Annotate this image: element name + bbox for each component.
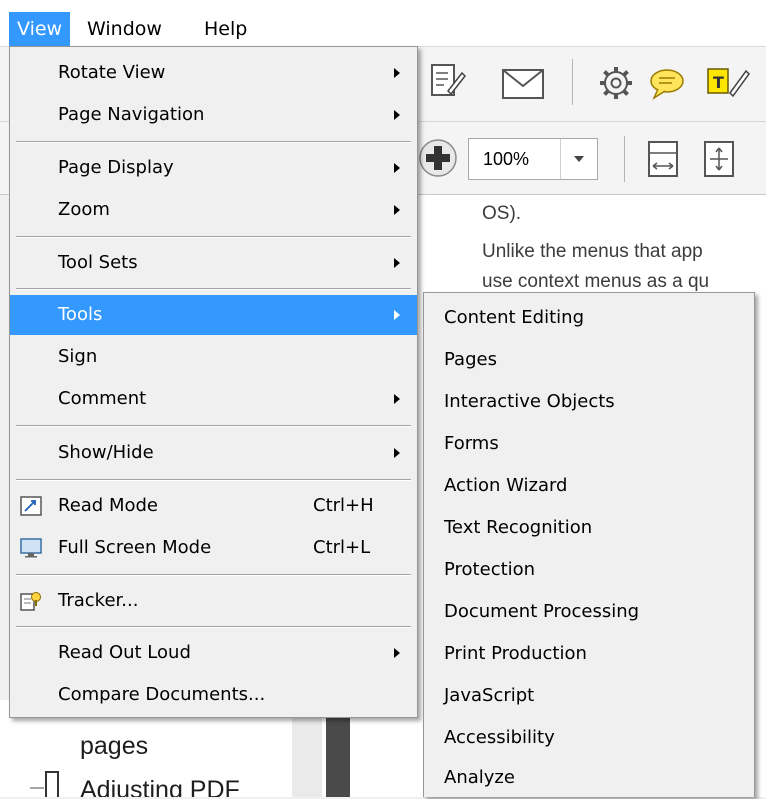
menu-item-label: Document Processing — [444, 601, 640, 622]
menu-item-label: Compare Documents... — [58, 684, 266, 705]
submenu-item-javascript[interactable]: JavaScript — [424, 675, 754, 717]
menu-item-zoom[interactable]: Zoom — [10, 190, 417, 230]
menu-item-label: Tool Sets — [58, 252, 138, 273]
highlight-text-icon[interactable]: T — [704, 61, 750, 103]
full-screen-icon — [20, 538, 42, 558]
menu-item-tools[interactable]: Tools — [10, 295, 417, 335]
menu-item-label: Protection — [444, 559, 536, 580]
menu-bar: View Window Help — [0, 0, 766, 47]
menu-item-sign[interactable]: Sign — [10, 337, 417, 377]
toolbar-separator — [572, 59, 573, 105]
submenu-item-action-wizard[interactable]: Action Wizard — [424, 465, 754, 507]
menu-item-page-display[interactable]: Page Display — [10, 148, 417, 188]
menu-item-label: Accessibility — [444, 727, 555, 748]
submenu-item-pages[interactable]: Pages — [424, 339, 754, 381]
menu-item-label: Sign — [58, 346, 98, 367]
zoom-select[interactable]: 100% — [468, 138, 598, 180]
submenu-item-text-recognition[interactable]: Text Recognition — [424, 507, 754, 549]
tools-submenu: Content Editing Pages Interactive Object… — [423, 292, 755, 797]
menubar-view[interactable]: View — [9, 12, 71, 46]
edit-document-icon[interactable] — [426, 61, 466, 103]
menu-separator — [16, 141, 411, 143]
menu-separator — [16, 425, 411, 427]
bookmark-icon — [30, 771, 59, 797]
menu-item-read-out-loud[interactable]: Read Out Loud — [10, 633, 417, 673]
document-text-line: OS). — [482, 203, 522, 224]
submenu-item-analyze[interactable]: Analyze — [424, 757, 754, 799]
menu-item-label: Pages — [444, 349, 497, 370]
submenu-item-content-editing[interactable]: Content Editing — [424, 297, 754, 339]
menu-item-label: Read Mode — [58, 495, 158, 516]
submenu-item-protection[interactable]: Protection — [424, 549, 754, 591]
submenu-arrow-icon — [394, 68, 400, 78]
submenu-arrow-icon — [394, 394, 400, 404]
submenu-arrow-icon — [394, 258, 400, 268]
menu-item-label: Text Recognition — [444, 517, 593, 538]
menu-item-label: Show/Hide — [58, 442, 154, 463]
menu-item-comment[interactable]: Comment — [10, 379, 417, 419]
submenu-arrow-icon — [394, 205, 400, 215]
svg-text:T: T — [713, 73, 724, 92]
menubar-window[interactable]: Window — [79, 12, 170, 46]
menu-item-label: Full Screen Mode — [58, 537, 212, 558]
zoom-in-icon[interactable] — [418, 138, 460, 180]
submenu-item-print-production[interactable]: Print Production — [424, 633, 754, 675]
menu-item-label: Tools — [58, 304, 103, 325]
comment-icon[interactable] — [648, 67, 686, 101]
fit-page-icon[interactable] — [702, 139, 736, 179]
menu-item-tracker[interactable]: Tracker... — [10, 581, 417, 621]
submenu-arrow-icon — [394, 163, 400, 173]
submenu-item-document-processing[interactable]: Document Processing — [424, 591, 754, 633]
menu-item-rotate-view[interactable]: Rotate View — [10, 53, 417, 93]
submenu-arrow-icon — [394, 110, 400, 120]
menu-item-label: Tracker... — [58, 590, 139, 611]
menu-separator — [16, 288, 411, 290]
tracker-icon — [20, 592, 41, 611]
zoom-value: 100% — [483, 149, 530, 169]
menubar-help[interactable]: Help — [196, 12, 255, 46]
menu-item-label: Print Production — [444, 643, 587, 664]
menu-item-full-screen-mode[interactable]: Full Screen Mode Ctrl+L — [10, 528, 417, 568]
menu-separator — [16, 626, 411, 628]
menu-item-compare-documents[interactable]: Compare Documents... — [10, 675, 417, 715]
submenu-arrow-icon — [394, 310, 400, 320]
menu-item-label: Content Editing — [444, 307, 585, 328]
bookmark-item[interactable]: Adjusting PDF — [80, 776, 240, 797]
menu-item-read-mode[interactable]: Read Mode Ctrl+H — [10, 486, 417, 526]
email-icon[interactable] — [500, 67, 546, 101]
gear-icon[interactable] — [598, 65, 634, 101]
zoom-dropdown-icon[interactable] — [560, 139, 597, 179]
document-text-line: use context menus as a qu — [482, 271, 710, 292]
document-text-line: Unlike the menus that app — [482, 241, 703, 262]
view-menu: Rotate View Page Navigation Page Display… — [9, 46, 418, 718]
read-mode-icon — [20, 496, 42, 516]
submenu-arrow-icon — [394, 648, 400, 658]
toolbar-separator — [624, 136, 625, 182]
menu-item-shortcut: Ctrl+L — [313, 537, 371, 558]
menu-item-label: Read Out Loud — [58, 642, 191, 663]
menu-separator — [16, 574, 411, 576]
menu-item-label: Zoom — [58, 199, 110, 220]
menu-item-label: Rotate View — [58, 62, 166, 83]
submenu-item-interactive-objects[interactable]: Interactive Objects — [424, 381, 754, 423]
menu-separator — [16, 479, 411, 481]
menu-item-page-navigation[interactable]: Page Navigation — [10, 95, 417, 135]
fit-width-icon[interactable] — [646, 139, 680, 179]
submenu-arrow-icon — [394, 448, 400, 458]
menu-item-tool-sets[interactable]: Tool Sets — [10, 243, 417, 283]
menu-separator — [16, 236, 411, 238]
submenu-item-accessibility[interactable]: Accessibility — [424, 717, 754, 759]
bookmark-item[interactable]: pages — [80, 732, 148, 761]
menu-item-label: Forms — [444, 433, 499, 454]
menu-item-label: Analyze — [444, 767, 515, 788]
menu-item-label: Page Display — [58, 157, 174, 178]
submenu-item-forms[interactable]: Forms — [424, 423, 754, 465]
menu-item-label: Page Navigation — [58, 104, 205, 125]
menu-item-label: JavaScript — [444, 685, 535, 706]
menu-item-shortcut: Ctrl+H — [313, 495, 374, 516]
menu-item-label: Comment — [58, 388, 147, 409]
menu-item-show-hide[interactable]: Show/Hide — [10, 433, 417, 473]
menu-item-label: Action Wizard — [444, 475, 568, 496]
menu-item-label: Interactive Objects — [444, 391, 615, 412]
